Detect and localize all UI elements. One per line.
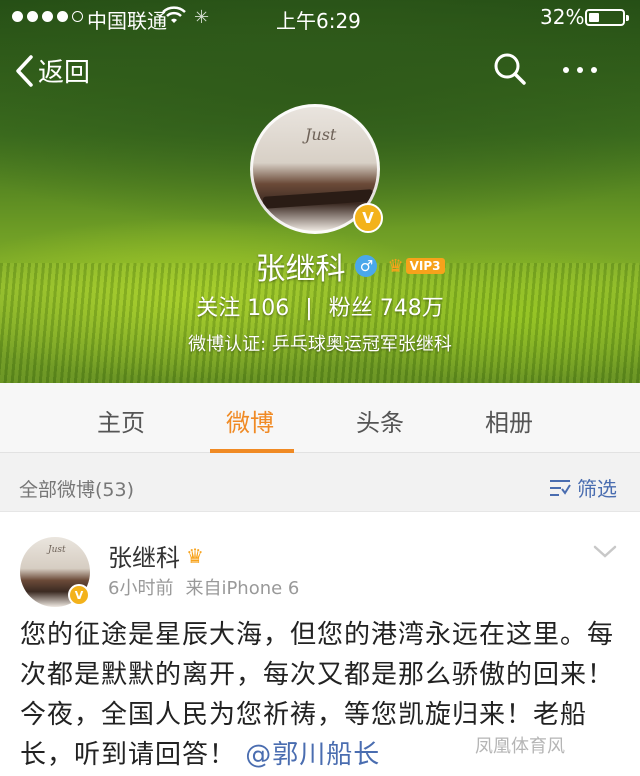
male-gender-icon: ♂ bbox=[355, 255, 378, 277]
filter-bar: 全部微博(53) 筛选 bbox=[0, 463, 640, 511]
filter-button[interactable]: 筛选 bbox=[549, 473, 617, 502]
verification-text: 微博认证: 乒乓球奥运冠军张继科 bbox=[188, 334, 452, 355]
back-button[interactable]: 返回 bbox=[14, 52, 90, 89]
follow-stats: 关注 106 | 粉丝 748万 bbox=[0, 290, 640, 322]
tab-headlines[interactable]: 头条 bbox=[356, 403, 404, 438]
profile-header: 中国联通 ✳ 上午6:29 32% 返回 Just V 张继科 ♂ ♛ VIP3 bbox=[0, 0, 640, 383]
fans-label: 粉丝 bbox=[328, 296, 373, 321]
filter-icon bbox=[550, 479, 571, 496]
wifi-icon bbox=[162, 6, 186, 23]
fans-count: 748万 bbox=[379, 296, 444, 321]
loading-spinner-icon: ✳ bbox=[194, 7, 210, 28]
following-label: 关注 bbox=[196, 296, 241, 321]
profile-name-row: 张继科 ♂ ♛ VIP3 bbox=[0, 244, 640, 288]
tab-weibo[interactable]: 微博 bbox=[226, 403, 274, 438]
more-options-icon[interactable] bbox=[563, 60, 605, 80]
stats-divider: | bbox=[305, 296, 313, 321]
watermark-text: 凤凰体育风 bbox=[475, 736, 565, 757]
post-avatar-script-text: Just bbox=[48, 545, 66, 555]
battery-percent: 32% bbox=[540, 5, 585, 29]
active-tab-indicator bbox=[210, 449, 294, 453]
profile-name: 张继科 bbox=[255, 252, 346, 287]
following-count: 106 bbox=[247, 296, 290, 321]
all-posts-count: 全部微博(53) bbox=[19, 479, 135, 501]
post-mention-link[interactable]: @郭川船长 bbox=[245, 740, 380, 770]
fans-stat[interactable]: 粉丝 748万 bbox=[329, 296, 444, 321]
vip-badge[interactable]: ♛ VIP3 bbox=[387, 255, 445, 277]
status-bar: 中国联通 ✳ 上午6:29 32% bbox=[0, 0, 640, 34]
post-crown-icon: ♛ bbox=[186, 543, 204, 568]
post-card[interactable]: Just V 张继科 ♛ 6小时前 来自iPhone 6 您的征途是星辰大海，但您… bbox=[0, 511, 640, 776]
chevron-left-icon bbox=[16, 54, 33, 87]
post-verified-icon: V bbox=[68, 584, 90, 606]
back-label: 返回 bbox=[38, 58, 91, 88]
tab-album[interactable]: 相册 bbox=[485, 403, 533, 438]
post-author-name[interactable]: 张继科 bbox=[108, 538, 180, 573]
post-time: 6小时前 bbox=[108, 578, 174, 599]
post-author-row: 张继科 ♛ bbox=[108, 538, 204, 573]
avatar-paddle-shape bbox=[262, 189, 374, 209]
chevron-down-icon[interactable] bbox=[592, 544, 618, 560]
post-meta: 6小时前 来自iPhone 6 bbox=[108, 574, 299, 600]
search-icon[interactable] bbox=[493, 52, 527, 86]
filter-label: 筛选 bbox=[577, 477, 617, 501]
carrier-name: 中国联通 bbox=[87, 9, 167, 33]
profile-tabs: 主页 微博 头条 相册 bbox=[0, 383, 640, 453]
tab-home[interactable]: 主页 bbox=[97, 403, 145, 438]
verified-badge-icon: V bbox=[353, 203, 383, 233]
vip-label: VIP3 bbox=[405, 258, 445, 274]
status-time: 上午6:29 bbox=[276, 9, 361, 33]
following-stat[interactable]: 关注 106 bbox=[196, 296, 289, 321]
post-source: 来自iPhone 6 bbox=[185, 578, 300, 599]
avatar-script-text: Just bbox=[305, 125, 337, 144]
signal-strength-icon bbox=[12, 11, 83, 22]
battery-icon bbox=[585, 9, 629, 26]
crown-icon: ♛ bbox=[387, 255, 404, 277]
